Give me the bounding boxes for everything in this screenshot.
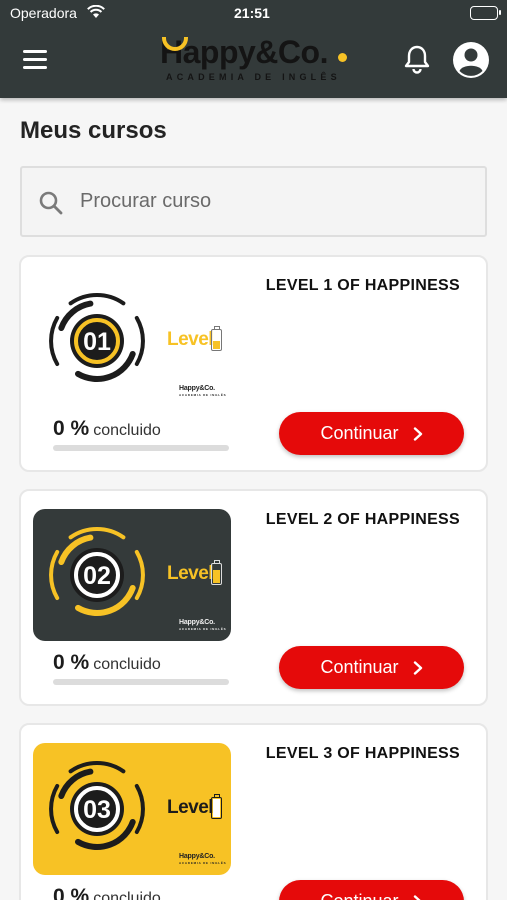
page-title: Meus cursos [20,117,167,144]
battery-level-icon [211,326,222,351]
course-card[interactable]: 01 Level Happy&Co. ACADEMIA DE INGLÊS LEV… [19,255,488,472]
menu-icon-line [23,65,47,69]
menu-icon-line [23,57,47,61]
level-number: 02 [83,562,111,590]
chevron-right-icon [413,894,421,900]
level-number: 01 [83,328,111,356]
profile-button[interactable] [452,41,490,79]
continue-label: Continuar [320,891,398,900]
search-input[interactable] [80,168,470,235]
app-header: Operadora 21:51 Happy&Co. ACADEMIA DE IN… [0,0,507,98]
profile-icon [453,42,489,78]
progress-percent: 0 % [53,885,90,900]
level-word: Level [167,797,214,818]
carrier-name: Operadora [10,5,77,21]
battery-level-icon [211,560,222,585]
progress-bar [53,679,229,685]
level-number: 03 [83,796,111,824]
battery-icon [470,6,501,20]
menu-button[interactable] [20,46,50,72]
course-title: LEVEL 2 OF HAPPINESS [265,511,460,528]
chevron-right-icon [413,426,422,441]
bell-icon [404,45,430,74]
brand-logo: Happy&Co. ACADEMIA DE INGLÊS [160,33,350,85]
mini-logo: Happy&Co. ACADEMIA DE INGLÊS [179,385,227,397]
search-icon [39,191,63,215]
course-title: LEVEL 3 OF HAPPINESS [265,745,460,762]
search-box[interactable] [20,166,487,237]
course-thumbnail: 01 Level Happy&Co. ACADEMIA DE INGLÊS [33,275,231,407]
menu-icon-line [23,49,47,53]
progress-percent: 0 % [53,651,90,674]
wifi-icon [86,4,106,22]
logo-dot [338,53,347,62]
progress-text: 0 % concluido [53,651,233,675]
progress-bar [53,445,229,451]
notifications-button[interactable] [400,42,434,76]
level-word: Level [167,329,214,350]
level-word: Level [167,563,214,584]
course-card[interactable]: 02 Level Happy&Co. ACADEMIA DE INGLÊS LEV… [19,489,488,706]
continue-button[interactable]: Continuar [279,880,464,900]
status-time: 21:51 [234,5,270,21]
chevron-right-icon [413,660,422,675]
course-thumbnail: 02 Level Happy&Co. ACADEMIA DE INGLÊS [33,509,231,641]
progress-text: 0 % concluido [53,885,233,900]
continue-label: Continuar [320,423,399,443]
logo-subtitle: ACADEMIA DE INGLÊS [166,72,341,82]
battery-level-icon [211,794,222,819]
mini-logo: Happy&Co. ACADEMIA DE INGLÊS [179,619,227,631]
continue-button[interactable]: Continuar [279,412,464,455]
continue-button[interactable]: Continuar [279,646,464,689]
course-title: LEVEL 1 OF HAPPINESS [265,277,460,294]
progress-percent: 0 % [53,417,90,440]
progress-label: concluido [93,422,161,439]
mini-logo: Happy&Co. ACADEMIA DE INGLÊS [179,853,227,865]
status-bar: Operadora 21:51 [0,0,507,28]
progress-text: 0 % concluido [53,417,233,441]
course-thumbnail: 03 Level Happy&Co. ACADEMIA DE INGLÊS [33,743,231,875]
progress-label: concluido [93,656,161,673]
course-card[interactable]: 03 Level Happy&Co. ACADEMIA DE INGLÊS LEV… [19,723,488,900]
progress-label: concluido [93,890,161,900]
continue-label: Continuar [320,657,399,677]
